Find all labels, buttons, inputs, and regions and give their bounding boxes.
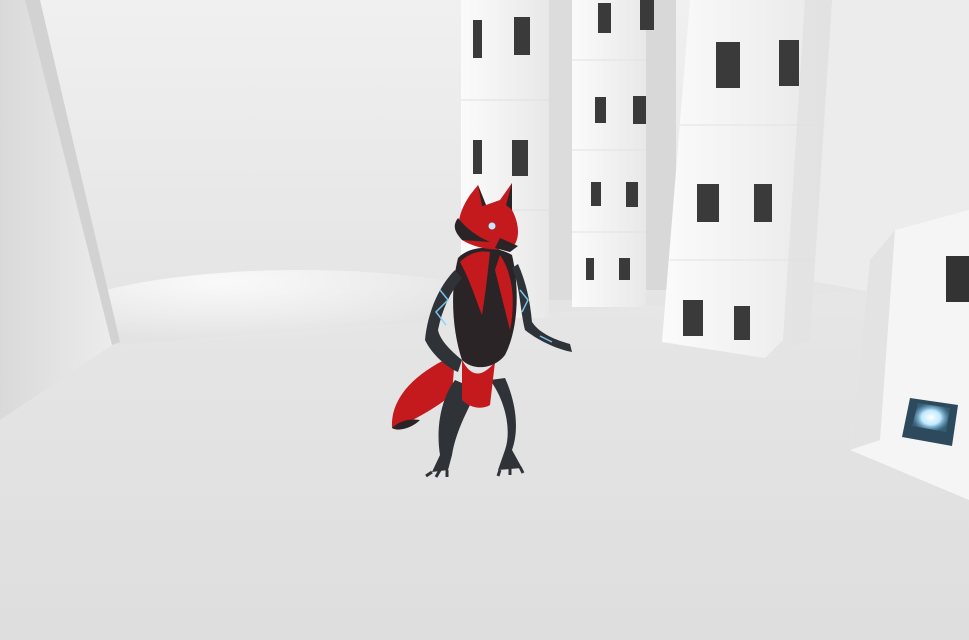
pillar-window	[779, 40, 799, 86]
pillar-window	[754, 184, 772, 222]
pillar-window	[946, 256, 969, 302]
pillar-window	[626, 182, 638, 207]
pillar-window	[473, 20, 482, 58]
pillar-window	[512, 140, 528, 176]
game-viewport[interactable]	[0, 0, 969, 640]
pillar-window	[734, 306, 750, 340]
pillar-window	[591, 182, 601, 206]
pillar-window	[598, 3, 611, 33]
pillar-window	[716, 42, 740, 88]
pillar-window	[633, 96, 646, 124]
pillar-window	[619, 258, 630, 280]
pillar-window	[586, 258, 594, 280]
scene-canvas	[0, 0, 969, 640]
pillar-window	[683, 300, 703, 336]
pillar-window	[595, 97, 606, 123]
fox-eye-icon	[488, 222, 496, 230]
pillar-3	[662, 0, 832, 358]
pillar-2	[572, 0, 676, 307]
pillar-window	[514, 17, 530, 55]
pillar-window	[697, 184, 719, 222]
pillar-window	[473, 140, 482, 174]
pillar-window	[640, 0, 654, 30]
